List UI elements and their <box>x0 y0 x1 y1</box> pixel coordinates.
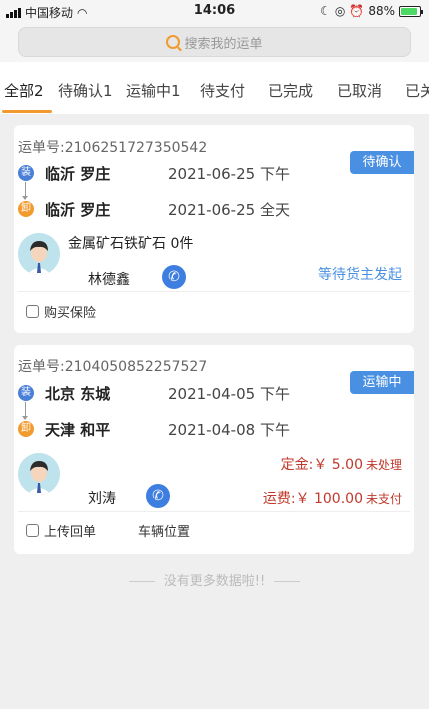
load-badge: 装 <box>18 385 34 401</box>
order-number: 运单号:2104050852257527 <box>18 359 208 375</box>
location-icon: ◎ <box>334 4 346 18</box>
deposit-row: 定金:￥ 5.00 未处理 <box>281 454 402 474</box>
tab-in-transit[interactable]: 运输中1 <box>126 80 181 101</box>
driver-avatar-icon <box>18 233 60 275</box>
origin-date: 2021-06-25 下午 <box>168 165 290 183</box>
goods-info: 金属矿石铁矿石 0件 <box>68 236 194 252</box>
tab-pending-payment[interactable]: 待支付 <box>200 80 245 101</box>
search-icon <box>166 35 181 49</box>
buy-insurance-button[interactable]: 购买保险 <box>26 302 96 321</box>
battery-icon <box>399 5 423 17</box>
status-badge: 待确认 <box>350 151 414 174</box>
destination-city: 天津 和平 <box>45 421 111 439</box>
phone-icon[interactable]: ✆ <box>162 265 186 289</box>
status-note: 等待货主发起 <box>318 267 402 283</box>
divider <box>18 511 410 512</box>
destination-date: 2021-04-08 下午 <box>168 421 290 439</box>
route-connector <box>22 182 28 200</box>
upload-receipt-label: 上传回单 <box>44 525 97 540</box>
alarm-icon: ⏰ <box>349 4 365 18</box>
order-card[interactable]: 运单号:2104050852257527 运输中 装 北京 东城 2021-04… <box>14 345 414 554</box>
battery-percent: 88% <box>368 4 395 18</box>
status-badge: 运输中 <box>350 371 414 394</box>
freight-amount: 运费:￥ 100.00 <box>262 491 363 507</box>
origin-city: 北京 东城 <box>45 385 111 403</box>
driver-name: 林德鑫 <box>88 272 130 288</box>
tab-bar: 全部2 待确认1 运输中1 待支付 已完成 已取消 已关 <box>0 62 429 114</box>
divider <box>18 291 410 292</box>
route-connector <box>22 402 28 420</box>
avatar <box>18 453 60 495</box>
unload-badge: 卸 <box>18 201 34 217</box>
freight-status: 未支付 <box>365 492 402 506</box>
search-placeholder: 搜索我的运单 <box>184 36 263 52</box>
destination-city: 临沂 罗庄 <box>45 201 111 219</box>
origin-city: 临沂 罗庄 <box>45 165 111 183</box>
unload-badge: 卸 <box>18 421 34 437</box>
driver-avatar-icon <box>18 453 60 495</box>
order-card[interactable]: 运单号:2106251727350542 待确认 装 临沂 罗庄 2021-06… <box>14 125 414 333</box>
tab-pending-confirm[interactable]: 待确认1 <box>58 80 113 101</box>
vehicle-location-label: 车辆位置 <box>138 525 191 540</box>
origin-date: 2021-04-05 下午 <box>168 385 290 403</box>
driver-name: 刘涛 <box>88 491 116 507</box>
load-badge: 装 <box>18 165 34 181</box>
tab-closed[interactable]: 已关 <box>405 80 429 101</box>
deposit-amount: 定金:￥ 5.00 <box>280 457 363 473</box>
header: 搜索我的运单 <box>0 22 429 62</box>
destination-date: 2021-06-25 全天 <box>168 201 290 219</box>
tab-all[interactable]: 全部2 <box>4 80 44 101</box>
active-tab-indicator <box>2 110 52 113</box>
vehicle-location-button[interactable]: 车辆位置 <box>138 521 190 540</box>
buy-insurance-label: 购买保险 <box>44 306 97 321</box>
phone-icon[interactable]: ✆ <box>146 484 170 508</box>
moon-icon: ☾ <box>320 4 331 18</box>
upload-receipt-button[interactable]: 上传回单 <box>26 521 96 540</box>
tab-completed[interactable]: 已完成 <box>268 80 313 101</box>
order-number: 运单号:2106251727350542 <box>18 140 208 156</box>
tab-cancelled[interactable]: 已取消 <box>337 80 382 101</box>
search-input[interactable]: 搜索我的运单 <box>18 27 411 57</box>
freight-row: 运费:￥ 100.00 未支付 <box>263 488 402 508</box>
deposit-status: 未处理 <box>365 458 402 472</box>
insurance-icon <box>26 305 39 318</box>
receipt-icon <box>26 524 39 537</box>
no-more-label: 没有更多数据啦!! <box>0 570 429 589</box>
avatar <box>18 233 60 275</box>
status-bar: 中国移动 ◠ 14:06 ☾ ◎ ⏰ 88% <box>0 0 429 22</box>
